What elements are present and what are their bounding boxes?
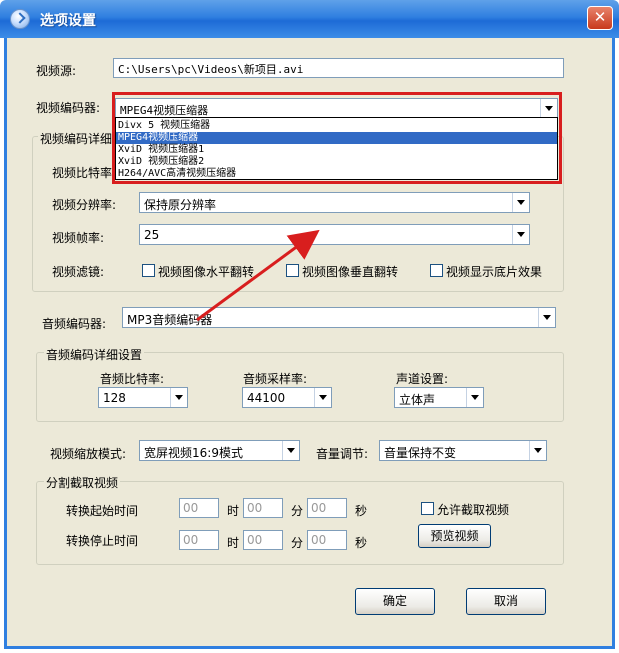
annotation-arrow [196, 229, 320, 322]
